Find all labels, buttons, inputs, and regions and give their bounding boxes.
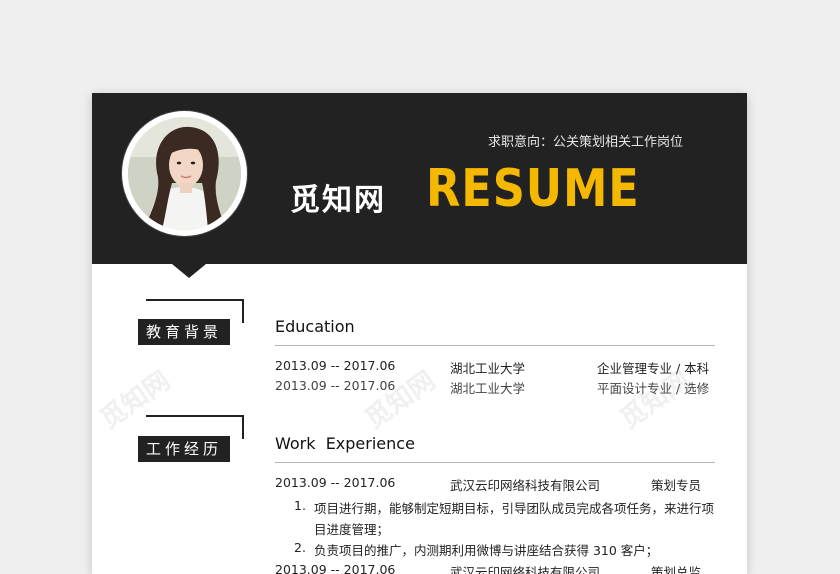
- avatar-photo: [128, 117, 241, 230]
- list-number: 1.: [294, 498, 306, 513]
- education-major: 企业管理专业 / 本科: [597, 361, 710, 376]
- portrait-image: [128, 117, 241, 230]
- resume-title: RESUME: [426, 159, 640, 219]
- job-role: 策划总监: [651, 565, 702, 574]
- job-duty-item: 2. 负责项目的推广，内测期利用微博与讲座结合获得 310 客户；: [294, 540, 724, 561]
- brand-name: 觅知网: [290, 183, 386, 218]
- avatar: [122, 111, 247, 236]
- education-dates: 2013.09 -- 2017.06: [275, 358, 396, 373]
- education-school: 湖北工业大学: [450, 381, 526, 396]
- job-dates: 2013.09 -- 2017.06: [275, 562, 396, 574]
- job-role: 策划专员: [651, 478, 702, 493]
- header-pointer: [172, 264, 206, 278]
- job-company: 武汉云印网络科技有限公司: [450, 565, 601, 574]
- list-text: 项目进行期，能够制定短期目标，引导团队成员完成各项任务，来进行项目进度管理；: [314, 501, 715, 537]
- education-tag: 教育背景: [138, 319, 230, 345]
- job-duty-item: 1. 项目进行期，能够制定短期目标，引导团队成员完成各项任务，来进行项目进度管理…: [294, 498, 724, 540]
- job-dates: 2013.09 -- 2017.06: [275, 475, 396, 490]
- section-divider: [275, 345, 715, 346]
- list-text: 负责项目的推广，内测期利用微博与讲座结合获得 310 客户；: [314, 543, 659, 558]
- work-title: Work Experience: [275, 434, 415, 453]
- education-school: 湖北工业大学: [450, 361, 526, 376]
- section-divider: [275, 462, 715, 463]
- job-objective: 求职意向：公关策划相关工作岗位: [488, 135, 684, 150]
- list-number: 2.: [294, 540, 306, 555]
- resume-sheet: 求职意向：公关策划相关工作岗位 觅知网 RESUME 教育背景 Educatio…: [92, 93, 747, 574]
- job-company: 武汉云印网络科技有限公司: [450, 478, 601, 493]
- education-title: Education: [275, 317, 355, 336]
- resume-header: 求职意向：公关策划相关工作岗位 觅知网 RESUME: [92, 93, 747, 264]
- work-tag: 工作经历: [138, 436, 230, 462]
